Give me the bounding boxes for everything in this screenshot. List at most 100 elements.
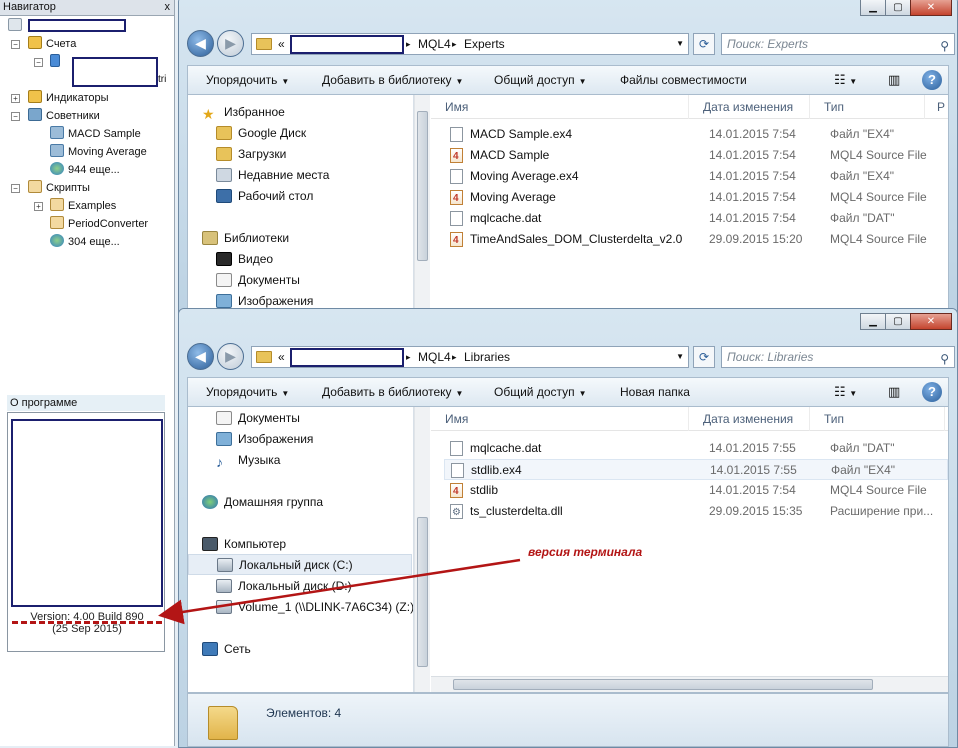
forward-button[interactable]: ▶ [217, 343, 244, 370]
view-options-icon[interactable]: ☷ ▼ [834, 382, 857, 402]
scroll-thumb[interactable] [417, 111, 428, 261]
refresh-button[interactable]: ⟳ [693, 33, 715, 55]
address-bar[interactable]: « ▸ MQL4 ▸ Experts ▼ [251, 33, 689, 55]
column-name[interactable]: Имя [431, 95, 689, 119]
add-to-library-button[interactable]: Добавить в библиотеку ▼ [322, 378, 463, 406]
view-options-icon[interactable]: ☷ ▼ [834, 70, 857, 90]
forward-button[interactable]: ▶ [217, 30, 244, 57]
tree-root[interactable] [8, 17, 26, 35]
organize-button[interactable]: Упорядочить ▼ [206, 66, 289, 94]
help-icon[interactable]: ? [922, 70, 942, 90]
collapse-icon[interactable]: − [11, 184, 20, 193]
search-input[interactable]: Поиск: Experts ⚲ [721, 33, 955, 55]
command-bar: Упорядочить ▼ Добавить в библиотеку ▼ Общи… [187, 377, 949, 407]
refresh-button[interactable]: ⟳ [693, 346, 715, 368]
pane-item-homegroup[interactable]: Домашняя группа [202, 492, 323, 513]
close-button[interactable]: ✕ [910, 313, 952, 330]
minimize-button[interactable]: ▁ [860, 0, 886, 16]
pane-scrollbar[interactable] [414, 95, 430, 316]
tree-item-experts[interactable]: Советники [28, 107, 100, 125]
pane-item-desktop[interactable]: Рабочий стол [216, 186, 313, 207]
column-size[interactable]: Р [925, 95, 948, 119]
search-input[interactable]: Поиск: Libraries ⚲ [721, 346, 955, 368]
compatibility-files-button[interactable]: Файлы совместимости [620, 66, 747, 94]
maximize-button[interactable]: ▢ [885, 0, 911, 16]
pane-item-music[interactable]: ♪ Музыка [216, 450, 280, 471]
pane-item-images[interactable]: Изображения [216, 429, 313, 450]
file-row[interactable]: MACD Sample14.01.2015 7:54MQL4 Source Fi… [444, 145, 948, 167]
pane-item-downloads[interactable]: Загрузки [216, 144, 286, 165]
tree-item-periodconverter[interactable]: PeriodConverter [50, 215, 148, 233]
tree-item-more-experts[interactable]: 944 еще... [50, 161, 120, 179]
scroll-thumb[interactable] [417, 517, 428, 667]
pane-item-google-drive[interactable]: Google Диск [216, 123, 306, 144]
preview-pane-icon[interactable]: ▥ [888, 70, 900, 90]
breadcrumb-libraries[interactable]: Libraries [464, 347, 510, 367]
column-type[interactable]: Тип [810, 407, 945, 431]
collapse-icon[interactable]: − [34, 58, 43, 67]
back-button[interactable]: ◀ [187, 30, 214, 57]
chevron-down-icon[interactable]: ▼ [676, 347, 684, 367]
pane-item-drive-c[interactable]: Локальный диск (C:) [188, 554, 412, 575]
close-button[interactable]: ✕ [910, 0, 952, 16]
organize-button[interactable]: Упорядочить ▼ [206, 378, 289, 406]
breadcrumb-mql4[interactable]: MQL4 [418, 347, 451, 367]
breadcrumb-experts[interactable]: Experts [464, 34, 505, 54]
chevron-down-icon[interactable]: ▼ [676, 34, 684, 54]
maximize-button[interactable]: ▢ [885, 313, 911, 330]
tree-item-macd-sample[interactable]: MACD Sample [50, 125, 141, 143]
minimize-button[interactable]: ▁ [860, 313, 886, 330]
tree-item-account[interactable]: tri [158, 71, 166, 89]
tree-item-more-scripts[interactable]: 304 еще... [50, 233, 120, 251]
tree-item-examples[interactable]: Examples [50, 197, 116, 215]
tree-item-indicators[interactable]: Индикаторы [28, 89, 109, 107]
pane-item-network[interactable]: Сеть [202, 639, 251, 660]
column-date[interactable]: Дата изменения [689, 95, 810, 119]
add-to-library-button[interactable]: Добавить в библиотеку ▼ [322, 66, 463, 94]
share-button[interactable]: Общий доступ ▼ [494, 66, 587, 94]
expand-icon[interactable]: + [11, 94, 20, 103]
file-row[interactable]: TimeAndSales_DOM_Clusterdelta_v2.029.09.… [444, 229, 948, 251]
pane-item-drive-d[interactable]: Локальный диск (D:) [216, 576, 352, 597]
collapse-icon[interactable]: − [11, 112, 20, 121]
pane-item-favorites[interactable]: ★ Избранное [202, 102, 285, 123]
column-date[interactable]: Дата изменения [689, 407, 810, 431]
file-row[interactable]: Moving Average.ex4 14.01.2015 7:54 Файл "E… [444, 166, 948, 187]
file-row[interactable]: stdlib.ex4 14.01.2015 7:55 Файл "EX4" [444, 459, 948, 480]
pane-item-video[interactable]: Видео [216, 249, 273, 270]
close-icon[interactable]: x [165, 0, 171, 15]
share-button[interactable]: Общий доступ ▼ [494, 378, 587, 406]
file-row[interactable]: mqlcache.dat 14.01.2015 7:55 Файл "DAT" [444, 438, 948, 459]
file-row[interactable]: MACD Sample.ex4 14.01.2015 7:54 Файл "EX4" [444, 124, 948, 145]
column-type[interactable]: Тип [810, 95, 925, 119]
back-button[interactable]: ◀ [187, 343, 214, 370]
horizontal-scrollbar[interactable] [431, 676, 948, 692]
preview-pane-icon[interactable]: ▥ [888, 382, 900, 402]
expand-icon[interactable]: + [34, 202, 43, 211]
tree-item-scripts[interactable]: Скрипты [28, 179, 90, 197]
tree-item-moving-average[interactable]: Moving Average [50, 143, 147, 161]
tree-item-accounts[interactable]: Счета [28, 35, 76, 53]
tree-item-server[interactable] [50, 53, 64, 71]
pane-item-documents[interactable]: Документы [216, 408, 300, 429]
pane-item-computer[interactable]: Компьютер [202, 534, 286, 555]
mql4-file-icon [450, 481, 463, 502]
collapse-icon[interactable]: − [11, 40, 20, 49]
pane-scrollbar[interactable] [414, 407, 430, 692]
address-bar[interactable]: « ▸ MQL4 ▸ Libraries ▼ [251, 346, 689, 368]
column-name[interactable]: Имя [431, 407, 689, 431]
breadcrumb-mql4[interactable]: MQL4 [418, 34, 451, 54]
redacted-name [28, 19, 126, 32]
file-row[interactable]: stdlib14.01.2015 7:54MQL4 Source File [444, 480, 948, 502]
folder-icon [256, 351, 272, 363]
pane-item-documents[interactable]: Документы [216, 270, 300, 291]
pane-item-network-drive[interactable]: Volume_1 (\\DLINK-7A6C34) (Z:) [216, 597, 413, 618]
file-row[interactable]: Moving Average14.01.2015 7:54MQL4 Source… [444, 187, 948, 209]
scroll-thumb[interactable] [453, 679, 873, 690]
new-folder-button[interactable]: Новая папка [620, 378, 690, 406]
help-icon[interactable]: ? [922, 382, 942, 402]
file-row[interactable]: ts_clusterdelta.dll29.09.2015 15:35Расши… [444, 501, 948, 523]
pane-item-libraries[interactable]: Библиотеки [202, 228, 289, 249]
pane-item-recent-places[interactable]: Недавние места [216, 165, 329, 186]
file-row[interactable]: mqlcache.dat 14.01.2015 7:54 Файл "DAT" [444, 208, 948, 229]
